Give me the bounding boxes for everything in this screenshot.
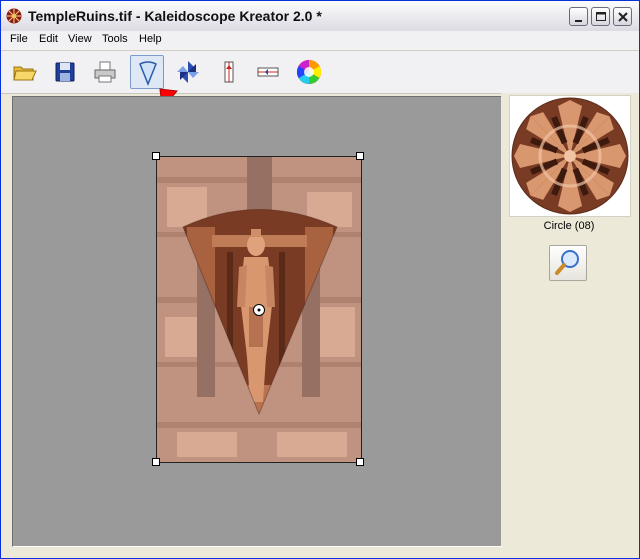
save-button[interactable] — [48, 55, 82, 89]
resize-handle-bottom-left[interactable] — [152, 458, 160, 466]
horizontal-mirror-button[interactable] — [251, 55, 285, 89]
zoom-preview-button[interactable] — [549, 245, 587, 281]
toolbar — [1, 51, 639, 94]
floppy-disk-icon — [55, 62, 75, 82]
print-button[interactable] — [88, 55, 122, 89]
color-wheel-button[interactable] — [292, 55, 326, 89]
menu-help[interactable]: Help — [139, 33, 162, 45]
kaleidoscope-preview[interactable] — [509, 95, 631, 217]
color-wheel-icon — [296, 59, 322, 84]
preview-panel: Circle (08) — [501, 93, 639, 546]
maximize-icon — [596, 12, 606, 21]
printer-icon — [94, 61, 116, 83]
resize-handle-top-left[interactable] — [152, 152, 160, 160]
minimize-button[interactable] — [569, 7, 588, 26]
close-icon — [618, 12, 628, 22]
center-point-handle[interactable] — [252, 303, 266, 317]
status-bar — [1, 548, 639, 558]
source-image[interactable] — [156, 156, 362, 463]
menu-tools[interactable]: Tools — [102, 33, 128, 45]
menu-edit[interactable]: Edit — [39, 33, 58, 45]
open-button[interactable] — [7, 55, 41, 89]
pinwheel-icon — [177, 61, 199, 83]
wedge-shape-icon — [139, 61, 157, 87]
app-window: TempleRuins.tif - Kaleidoscope Kreator 2… — [0, 0, 640, 559]
kaleidoscope-preview-image — [511, 97, 629, 215]
resize-handle-top-right[interactable] — [356, 152, 364, 160]
resize-handle-bottom-right[interactable] — [356, 458, 364, 466]
horizontal-mirror-icon — [257, 67, 279, 77]
wedge-tool-button[interactable] — [130, 55, 164, 89]
vertical-mirror-icon — [224, 61, 234, 83]
menu-file[interactable]: File — [10, 33, 28, 45]
maximize-button[interactable] — [591, 7, 610, 26]
title-bar[interactable]: TempleRuins.tif - Kaleidoscope Kreator 2… — [1, 1, 639, 31]
kaleidoscope-app-icon — [6, 8, 22, 24]
vertical-mirror-button[interactable] — [212, 55, 246, 89]
pinwheel-button[interactable] — [171, 55, 205, 89]
menu-bar: File Edit View Tools Help — [1, 31, 639, 51]
preview-shape-label: Circle (08) — [543, 220, 595, 232]
canvas-area[interactable] — [12, 96, 502, 547]
magnifier-icon — [555, 250, 579, 275]
window-title: TempleRuins.tif - Kaleidoscope Kreator 2… — [28, 8, 322, 24]
close-button[interactable] — [613, 7, 632, 26]
open-folder-icon — [13, 66, 37, 81]
menu-view[interactable]: View — [68, 33, 92, 45]
minimize-icon — [575, 20, 582, 22]
